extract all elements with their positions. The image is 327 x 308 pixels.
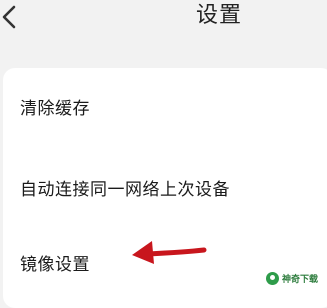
auto-connect-last-device-item[interactable]: 自动连接同一网络上次设备 [20, 175, 230, 200]
watermark-text: 神奇下载 [282, 274, 319, 285]
site-watermark: 神奇下载 [266, 270, 326, 286]
back-button[interactable] [0, 4, 22, 30]
watermark-logo-icon [266, 271, 279, 285]
header-bar: 设置 [0, 0, 327, 52]
mirror-settings-item[interactable]: 镜像设置 [20, 250, 90, 275]
chevron-left-icon [2, 5, 16, 29]
red-arrow-icon [132, 241, 207, 264]
clear-cache-item[interactable]: 清除缓存 [20, 94, 90, 119]
page-title: 设置 [196, 3, 243, 28]
